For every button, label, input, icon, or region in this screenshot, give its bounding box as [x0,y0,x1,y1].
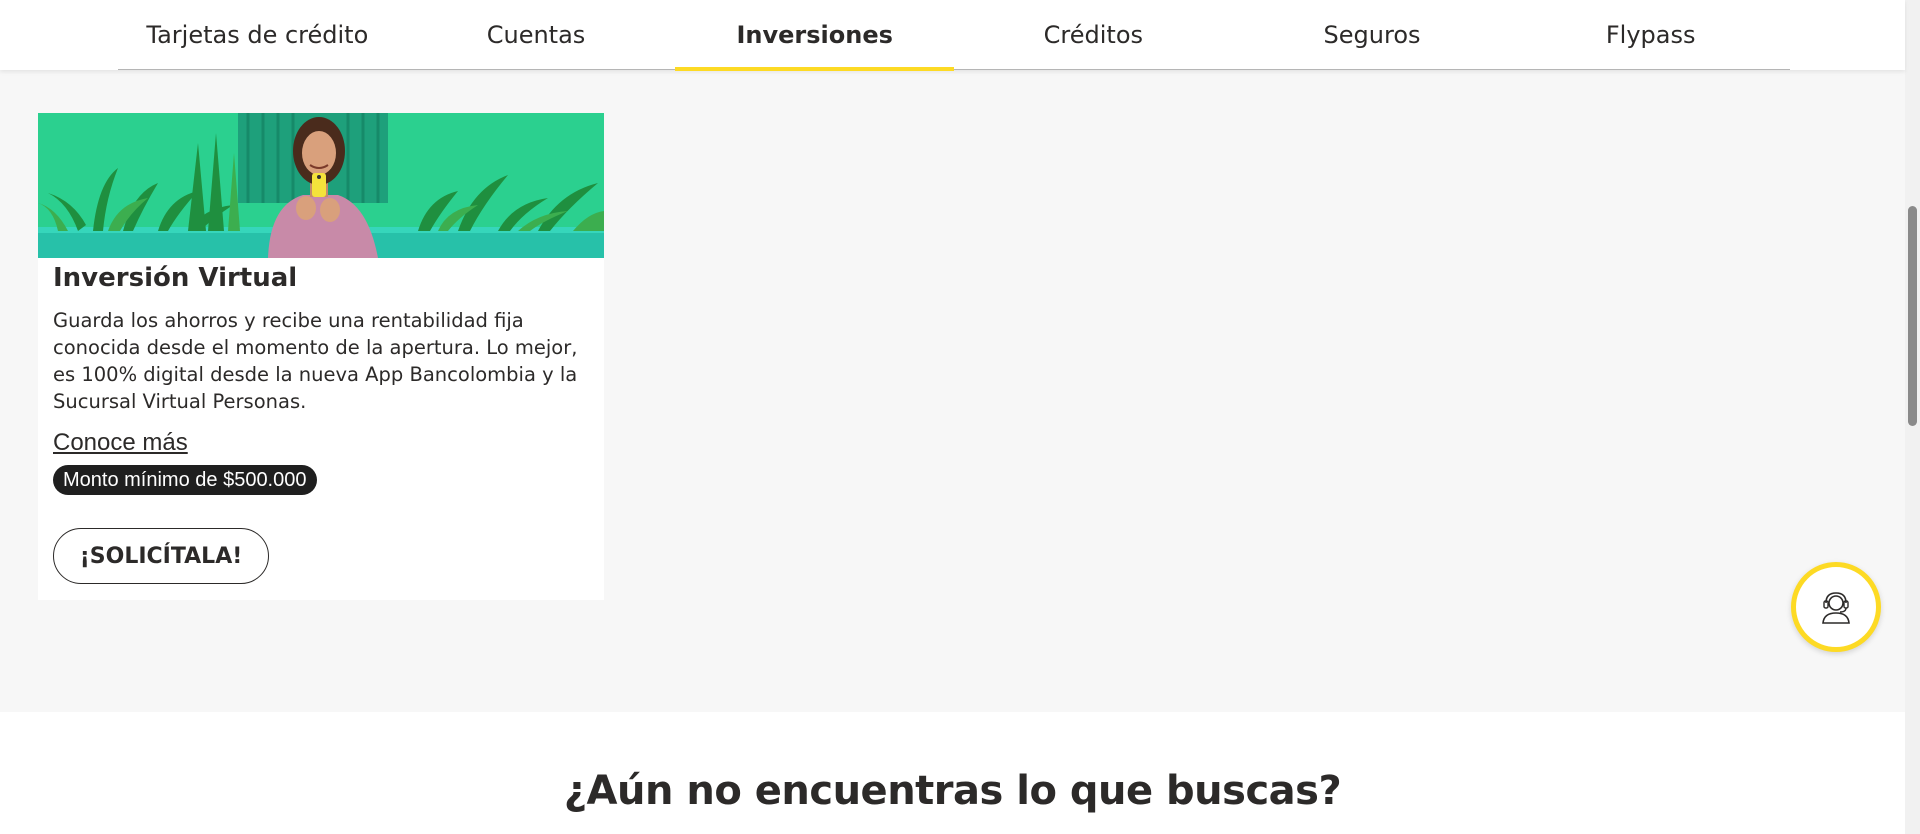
page-scrollbar[interactable] [1905,0,1920,834]
card-illustration [38,113,604,258]
card-description: Guarda los ahorros y recibe una rentabil… [53,309,578,413]
help-section-title: ¿Aún no encuentras lo que buscas? [563,768,1342,814]
card-title: Inversión Virtual [53,263,298,293]
product-card: Inversión Virtual Guarda los ahorros y r… [38,113,604,600]
apply-button[interactable]: ¡SOLICÍTALA! [53,528,269,584]
woman-with-phone-photo [38,113,604,258]
help-section: ¿Aún no encuentras lo que buscas? [0,712,1905,834]
support-agent-icon [1822,592,1850,624]
learn-more-link[interactable]: Conoce más [53,429,188,457]
tab-cuentas[interactable]: Cuentas [397,0,676,69]
page: Tarjetas de crédito Cuentas Inversiones … [0,0,1920,834]
tab-tarjetas-de-credito[interactable]: Tarjetas de crédito [118,0,397,69]
product-tab-bar: Tarjetas de crédito Cuentas Inversiones … [0,0,1905,71]
tab-seguros[interactable]: Seguros [1233,0,1512,69]
product-tabs: Tarjetas de crédito Cuentas Inversiones … [118,0,1790,71]
support-chat-button[interactable] [1791,562,1881,652]
minimum-amount-badge: Monto mínimo de $500.000 [53,465,317,495]
tab-flypass[interactable]: Flypass [1511,0,1790,69]
tab-inversiones[interactable]: Inversiones [675,0,954,71]
tab-creditos[interactable]: Créditos [954,0,1233,69]
scrollbar-thumb[interactable] [1908,206,1917,426]
